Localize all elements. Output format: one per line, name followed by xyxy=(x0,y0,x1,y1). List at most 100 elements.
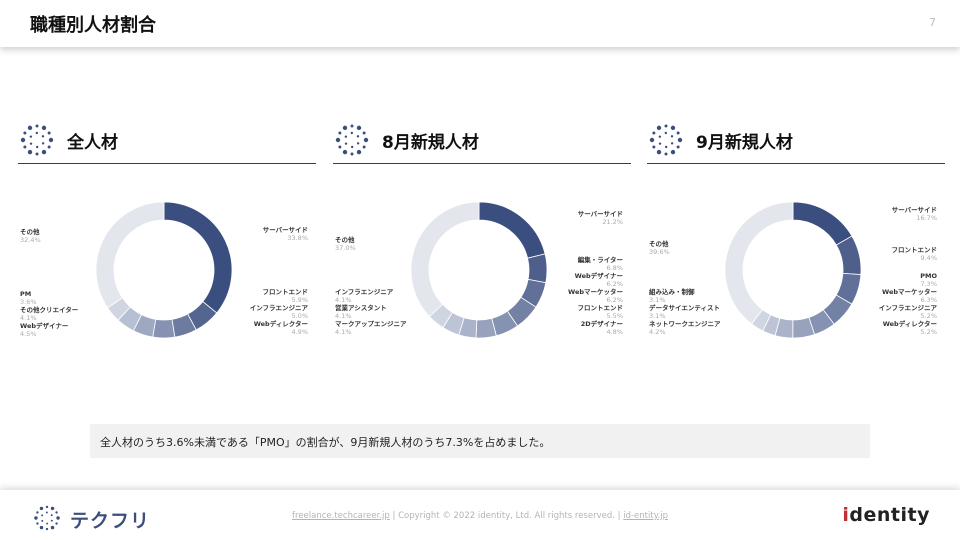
panel-heading: 9月新規人材 xyxy=(647,118,945,164)
logo-dot xyxy=(350,131,354,135)
panel-all-talent: 全人材 サーバーサイド 33.8% フロントエンド 5.9% インフラエンジニア 5.… xyxy=(18,118,316,358)
logo-dot xyxy=(342,125,348,131)
freelance-site-link[interactable]: freelance.techcareer.jp xyxy=(292,511,390,521)
chart-label: Webマーケッター 6.3% xyxy=(882,288,937,304)
chart-label: インフラエンジニア 4.1% xyxy=(335,288,394,304)
logo-dot xyxy=(46,522,49,525)
logo-dot xyxy=(35,152,39,156)
logo-dot xyxy=(664,131,668,135)
chart-label: サーバーサイド 16.7% xyxy=(891,206,937,222)
logo-dot xyxy=(362,131,366,135)
logo-dot xyxy=(45,505,49,509)
slide-footer: テクフリ freelance.techcareer.jp | Copyright… xyxy=(0,490,960,540)
chart-label: インフラエンジニア 5.0% xyxy=(249,304,308,320)
chart-label: フロントエンド 5.5% xyxy=(577,304,624,320)
logo-dot xyxy=(27,125,33,131)
logo-dot xyxy=(335,137,341,143)
identity-site-link[interactable]: id-entity.jp xyxy=(623,511,668,521)
logo-dot xyxy=(344,135,348,138)
logo-dot xyxy=(29,142,33,145)
chart-label: サーバーサイド 33.8% xyxy=(262,226,308,242)
donut-slice xyxy=(792,202,853,246)
donut-slice xyxy=(410,202,480,318)
logo-dot xyxy=(356,125,362,131)
logo-dot xyxy=(656,125,662,131)
logo-dot xyxy=(350,124,354,128)
logo-dot xyxy=(356,149,362,155)
chart-label: その他クリエイター 4.1% xyxy=(20,306,79,322)
panel-heading: 全人材 xyxy=(18,118,316,164)
logo-dot xyxy=(41,149,47,155)
logo-dot xyxy=(658,135,662,138)
donut-slice xyxy=(724,202,794,325)
chart-label: PMO 7.3% xyxy=(920,272,937,288)
logo-dot xyxy=(39,525,44,530)
chart-label: データサイエンティスト 3.1% xyxy=(649,304,721,320)
slide-header: 職種別人材割合 7 xyxy=(0,0,960,47)
logo-dot xyxy=(36,522,39,525)
identity-logo: identity xyxy=(842,504,930,526)
logo-dot xyxy=(47,131,51,135)
logo-dot xyxy=(41,135,45,138)
logo-dot xyxy=(658,142,662,145)
panel-september-new-talent: 9月新規人材 サーバーサイド 16.7% フロントエンド 9.4% PMO 7.3% … xyxy=(647,118,945,358)
panel-title: 9月新規人材 xyxy=(696,133,793,153)
chart-label: 編集・ライター 6.8% xyxy=(577,256,623,272)
logo-dot xyxy=(670,135,674,138)
copyright-text: Copyright © 2022 identity, Ltd. All righ… xyxy=(398,511,615,521)
identity-logo-text: identity xyxy=(842,504,930,526)
separator: | xyxy=(392,511,396,521)
logo-dot xyxy=(350,145,354,149)
chart-label: その他 37.0% xyxy=(335,236,356,252)
chart-label: PM 3.6% xyxy=(20,290,37,306)
logo-dot xyxy=(35,145,39,149)
chart-label: Webデザイナー 6.2% xyxy=(574,272,623,288)
logo-dot xyxy=(344,142,348,145)
chart-label: インフラエンジニア 5.2% xyxy=(878,304,937,320)
chart-label: その他 32.4% xyxy=(20,228,41,244)
logo-dot xyxy=(356,135,360,138)
logo-dot xyxy=(356,142,360,145)
logo-dot xyxy=(338,131,342,135)
donut-slice xyxy=(527,253,548,284)
separator: | xyxy=(617,511,621,521)
chart-label: Webデザイナー 4.5% xyxy=(20,322,69,338)
logo-dot xyxy=(670,149,676,155)
logo-dot xyxy=(670,125,676,131)
logo-dot xyxy=(50,506,55,511)
page-title: 職種別人材割合 xyxy=(30,15,156,36)
summary-note: 全人材のうち3.6%未満である「PMO」の割合が、9月新規人材のうち7.3%を占… xyxy=(90,424,870,458)
logo-dot xyxy=(350,152,354,156)
logo-dot xyxy=(41,125,47,131)
logo-dot xyxy=(652,131,656,135)
logo-dot xyxy=(649,137,655,143)
donut-slice xyxy=(95,202,165,309)
logo-dot xyxy=(55,522,58,525)
donut-slice xyxy=(478,202,546,259)
donut-chart xyxy=(724,202,862,338)
panel-title: 8月新規人材 xyxy=(382,133,479,153)
logo-dot xyxy=(20,137,26,143)
logo-dot xyxy=(45,527,49,531)
panel-heading: 8月新規人材 xyxy=(333,118,631,164)
chart-label: フロントエンド 9.4% xyxy=(891,246,938,262)
dots-ring-logo-icon xyxy=(20,124,54,156)
chart-label: Webディレクター 5.2% xyxy=(882,320,937,336)
logo-dot xyxy=(23,131,27,135)
chart-label: サーバーサイド 21.2% xyxy=(577,210,623,226)
chart-label: ネットワークエンジニア 4.2% xyxy=(649,320,721,336)
logo-dot xyxy=(35,124,39,128)
chart-label: 2Dデザイナー 4.8% xyxy=(580,320,623,336)
chart-label: Webディレクター 4.9% xyxy=(253,320,308,336)
logo-dot xyxy=(39,506,44,511)
logo-dot xyxy=(670,142,674,145)
logo-dot xyxy=(342,149,348,155)
logo-dot xyxy=(652,145,656,149)
logo-dot xyxy=(47,145,51,149)
dots-ring-logo-icon xyxy=(649,124,683,156)
logo-dot xyxy=(677,137,683,143)
logo-dot xyxy=(27,149,33,155)
logo-dot xyxy=(35,131,39,135)
logo-dot xyxy=(676,145,680,149)
panel-title: 全人材 xyxy=(67,133,118,153)
